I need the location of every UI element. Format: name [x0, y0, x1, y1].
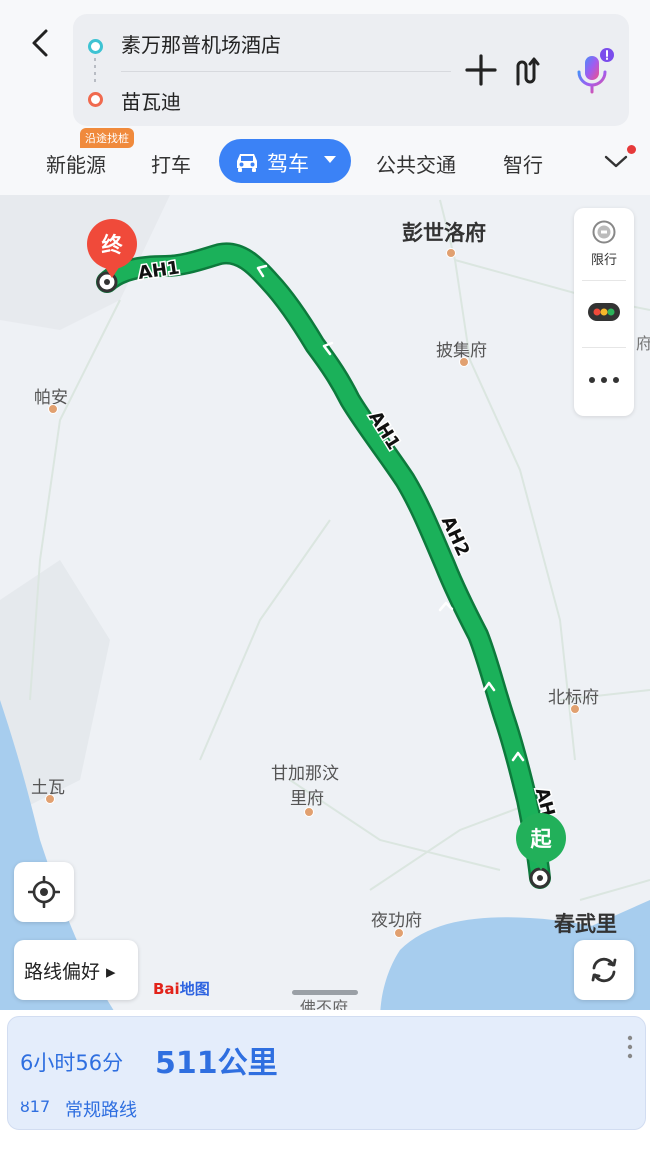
refresh-button[interactable] — [574, 940, 634, 1000]
route-summary-card[interactable]: 6小时56分 511公里 ȣ17 常规路线 — [7, 1016, 646, 1130]
city-label: 甘加那汶 — [271, 764, 339, 784]
tab-smart-travel[interactable]: 智行 — [503, 149, 543, 178]
map-canvas: AH1 AH1 AH2 AH 终 起 — [0, 195, 650, 1020]
tab-new-energy[interactable]: 新能源 — [46, 149, 106, 178]
tab-driving-label: 驾车 — [267, 152, 309, 176]
origin-field[interactable]: 素万那普机场酒店 — [121, 29, 281, 58]
start-marker-label: 起 — [530, 827, 553, 851]
locate-button[interactable] — [14, 862, 74, 922]
destination-field[interactable]: 苗瓦迪 — [121, 86, 181, 115]
crosshair-icon — [28, 876, 60, 908]
traffic-restriction-button[interactable]: 限行 — [574, 216, 634, 280]
map-edge-label: 府 — [636, 334, 650, 353]
map-tools-panel: 限行 — [574, 208, 634, 416]
destination-dot-icon — [88, 92, 103, 107]
city-dot — [446, 248, 456, 258]
traffic-toggle-button[interactable] — [574, 281, 634, 347]
back-arrow-icon[interactable] — [26, 26, 56, 60]
more-vertical-icon[interactable] — [626, 1035, 634, 1059]
route-distance: 511公里 — [155, 1046, 278, 1081]
more-dots-icon — [589, 377, 619, 383]
traffic-light-count: ȣ17 — [20, 1097, 51, 1116]
route-type-label: 常规路线 — [65, 1100, 137, 1121]
divider — [121, 71, 451, 72]
restriction-icon — [592, 220, 616, 244]
travel-mode-tabs: 沿途找桩 新能源 打车 驾车 公共交通 智行 — [0, 128, 650, 188]
city-dot — [459, 357, 469, 367]
car-icon — [237, 154, 257, 172]
swap-route-icon[interactable] — [509, 54, 545, 90]
city-dot — [45, 794, 55, 804]
voice-mic-icon[interactable] — [571, 46, 617, 98]
notification-dot — [627, 145, 636, 154]
add-waypoint-icon[interactable] — [463, 52, 499, 88]
baidu-map-logo: Bai地图 — [153, 980, 210, 998]
route-duration: 6小时56分 — [20, 1051, 124, 1075]
caret-down-icon — [324, 156, 336, 163]
map-view[interactable]: AH1 AH1 AH2 AH 终 起 彭世洛府 披集府 帕安 北标府 土瓦 甘加… — [0, 195, 650, 1020]
tab-public-transit[interactable]: 公共交通 — [376, 149, 456, 178]
route-preference-button[interactable]: 路线偏好 ▸ — [14, 940, 138, 1000]
chevron-down-icon[interactable] — [604, 150, 628, 172]
connector-dots — [94, 58, 96, 86]
route-preference-label: 路线偏好 ▸ — [24, 961, 116, 983]
traffic-light-icon — [588, 303, 620, 321]
city-dot — [570, 704, 580, 714]
restriction-label: 限行 — [590, 253, 617, 268]
tab-taxi[interactable]: 打车 — [151, 149, 191, 178]
end-marker-label: 终 — [102, 233, 124, 257]
route-summary-sheet: 6小时56分 511公里 ȣ17 常规路线 — [0, 1010, 650, 1152]
top-bar: 素万那普机场酒店 苗瓦迪 沿途找桩 新能源 打车 驾车 公共交通 智行 — [0, 0, 650, 195]
more-tools-button[interactable] — [574, 348, 634, 414]
city-label-line2: 里府 — [290, 789, 324, 809]
city-label: 春武里 — [554, 912, 617, 936]
refresh-icon — [591, 957, 617, 983]
charging-tag: 沿途找桩 — [80, 128, 134, 148]
drag-handle[interactable] — [292, 990, 358, 995]
origin-dot-icon — [88, 39, 103, 54]
city-dot — [48, 404, 58, 414]
city-dot — [304, 807, 314, 817]
city-label: 彭世洛府 — [402, 221, 486, 245]
city-dot — [394, 928, 404, 938]
route-input-card: 素万那普机场酒店 苗瓦迪 — [73, 14, 629, 126]
tab-driving[interactable]: 驾车 — [219, 139, 351, 183]
